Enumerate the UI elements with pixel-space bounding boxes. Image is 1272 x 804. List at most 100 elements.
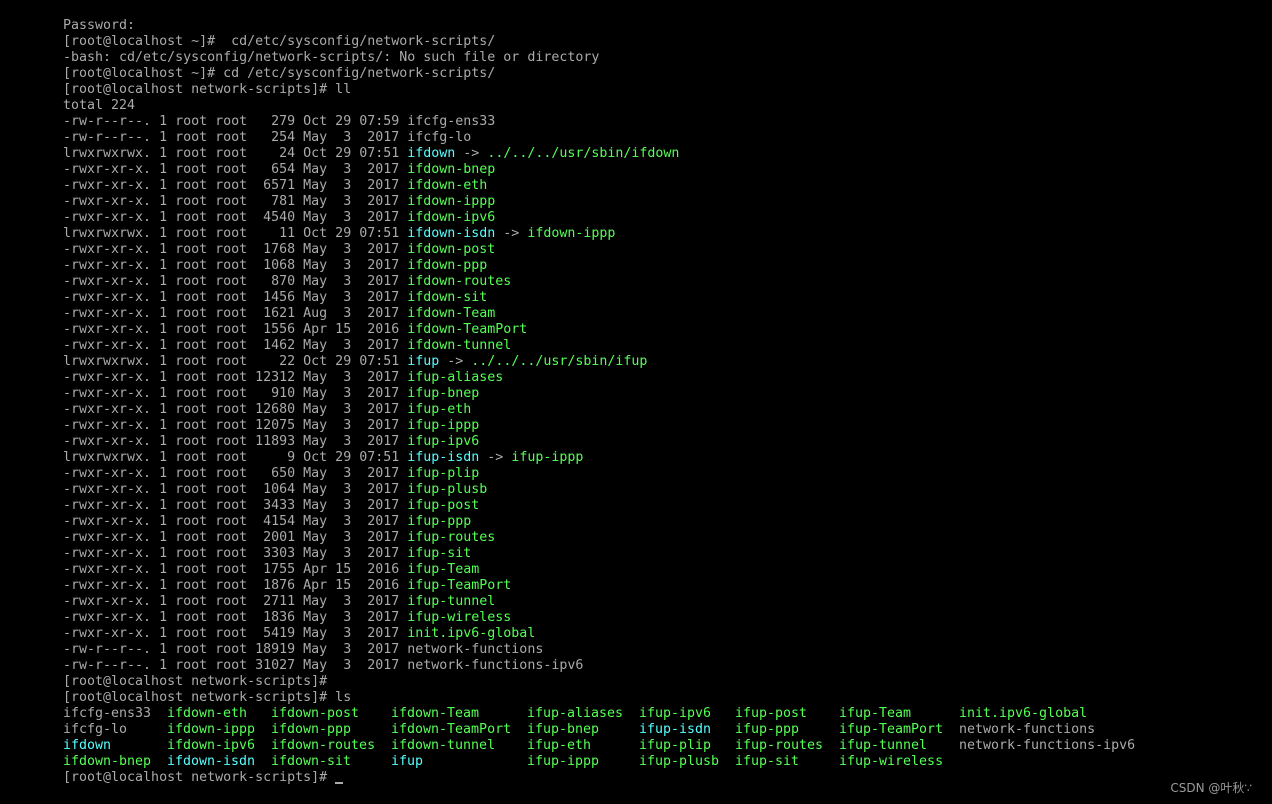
line-text: -bash: cd/etc/sysconfig/network-scripts/… bbox=[63, 50, 600, 65]
ls-entry: ifup-tunnel bbox=[839, 738, 928, 753]
ls-entry: ifup-routes bbox=[735, 738, 824, 753]
file-meta: -rwxr-xr-x. 1 root root 3433 May 3 2017 bbox=[63, 498, 408, 513]
file-name: ifup-plusb bbox=[407, 482, 488, 497]
file-meta: -rwxr-xr-x. 1 root root 870 May 3 2017 bbox=[63, 274, 408, 289]
ll-row: -rwxr-xr-x. 1 root root 4540 May 3 2017 … bbox=[63, 210, 679, 226]
file-name: ifup-eth bbox=[407, 402, 472, 417]
file-name: ifdown-ippp bbox=[407, 194, 496, 209]
ls-entry: ifdown-ppp bbox=[271, 722, 352, 737]
watermark: CSDN @叶秋∵ bbox=[1170, 781, 1252, 795]
ls-row: ifdown-bnep ifdown-isdn ifdown-sit ifup ifup… bbox=[63, 754, 943, 770]
ls-entry: ifdown-post bbox=[271, 706, 360, 721]
ll-row: -rwxr-xr-x. 1 root root 1621 Aug 3 2017 … bbox=[63, 306, 679, 322]
ll-row: -rwxr-xr-x. 1 root root 1456 May 3 2017 … bbox=[63, 290, 679, 306]
ls-entry: ifup-bnep bbox=[527, 722, 600, 737]
file-name: ifup-ippp bbox=[407, 418, 480, 433]
file-meta: -rwxr-xr-x. 1 root root 5419 May 3 2017 bbox=[63, 626, 408, 641]
ls-entry: ifdown-isdn bbox=[167, 754, 256, 769]
ls-entry: ifup-ipv6 bbox=[639, 706, 712, 721]
ls-entry: ifdown-TeamPort bbox=[391, 722, 512, 737]
ll-row: -rwxr-xr-x. 1 root root 1755 Apr 15 2016… bbox=[63, 562, 679, 578]
file-meta: -rw-r--r--. 1 root root 31027 May 3 2017 bbox=[63, 658, 408, 673]
file-name: ifdown-sit bbox=[407, 290, 488, 305]
ls-entry: ifup bbox=[391, 754, 424, 769]
file-meta: -rwxr-xr-x. 1 root root 1068 May 3 2017 bbox=[63, 258, 408, 273]
file-name: ifup-aliases bbox=[407, 370, 504, 385]
file-name: ifup-ipv6 bbox=[407, 434, 480, 449]
link-arrow: -> bbox=[455, 146, 488, 161]
ll-row: -rwxr-xr-x. 1 root root 910 May 3 2017 i… bbox=[63, 386, 679, 402]
terminal-output[interactable]: Password: [root@localhost ~]# cd/etc/sysc… bbox=[63, 18, 1135, 786]
file-meta: -rw-r--r--. 1 root root 18919 May 3 2017 bbox=[63, 642, 408, 657]
ls-entry: ifdown-sit bbox=[271, 754, 352, 769]
file-meta: -rwxr-xr-x. 1 root root 1768 May 3 2017 bbox=[63, 242, 408, 257]
file-name: network-functions-ipv6 bbox=[407, 658, 584, 673]
file-meta: -rwxr-xr-x. 1 root root 1462 May 3 2017 bbox=[63, 338, 408, 353]
ls-entry: ifcfg-ens33 bbox=[63, 706, 152, 721]
ls-entry: ifup-post bbox=[735, 706, 808, 721]
terminal-line: [root@localhost ~]# cd /etc/sysconfig/ne… bbox=[63, 66, 679, 82]
file-meta: -rwxr-xr-x. 1 root root 6571 May 3 2017 bbox=[63, 178, 408, 193]
file-name: network-functions bbox=[407, 642, 544, 657]
ll-row: -rwxr-xr-x. 1 root root 3433 May 3 2017 … bbox=[63, 498, 679, 514]
ll-row: -rwxr-xr-x. 1 root root 1836 May 3 2017 … bbox=[63, 610, 679, 626]
ll-row: -rwxr-xr-x. 1 root root 1068 May 3 2017 … bbox=[63, 258, 679, 274]
file-meta: -rwxr-xr-x. 1 root root 1836 May 3 2017 bbox=[63, 610, 408, 625]
ll-row: -rwxr-xr-x. 1 root root 781 May 3 2017 i… bbox=[63, 194, 679, 210]
file-meta: -rwxr-xr-x. 1 root root 1876 Apr 15 2016 bbox=[63, 578, 408, 593]
file-meta: -rwxr-xr-x. 1 root root 12312 May 3 2017 bbox=[63, 370, 408, 385]
file-name: ifdown-isdn bbox=[407, 226, 496, 241]
ll-row: -rwxr-xr-x. 1 root root 4154 May 3 2017 … bbox=[63, 514, 679, 530]
file-meta: -rwxr-xr-x. 1 root root 4540 May 3 2017 bbox=[63, 210, 408, 225]
file-name: ifdown-ipv6 bbox=[407, 210, 496, 225]
ll-row: lrwxrwxrwx. 1 root root 22 Oct 29 07:51 … bbox=[63, 354, 679, 370]
ls-entry: ifup-wireless bbox=[839, 754, 944, 769]
ls-entry: ifdown-ippp bbox=[167, 722, 256, 737]
ls-entry: init.ipv6-global bbox=[959, 706, 1088, 721]
file-name: ifup-TeamPort bbox=[407, 578, 512, 593]
terminal-line: [root@localhost network-scripts]# ll bbox=[63, 82, 679, 98]
ls-entry: ifup-TeamPort bbox=[839, 722, 944, 737]
file-name: ifup-bnep bbox=[407, 386, 480, 401]
file-name: ifdown-Team bbox=[407, 306, 496, 321]
file-meta: -rwxr-xr-x. 1 root root 12680 May 3 2017 bbox=[63, 402, 408, 417]
ls-entry: network-functions-ipv6 bbox=[959, 738, 1136, 753]
file-meta: -rw-r--r--. 1 root root 279 Oct 29 07:59 bbox=[63, 114, 408, 129]
link-arrow: -> bbox=[479, 450, 512, 465]
file-meta: lrwxrwxrwx. 1 root root 22 Oct 29 07:51 bbox=[63, 354, 408, 369]
ll-row: -rw-r--r--. 1 root root 279 Oct 29 07:59… bbox=[63, 114, 679, 130]
ll-row: -rw-r--r--. 1 root root 31027 May 3 2017… bbox=[63, 658, 679, 674]
ll-row: -rwxr-xr-x. 1 root root 654 May 3 2017 i… bbox=[63, 162, 679, 178]
ll-row: -rwxr-xr-x. 1 root root 5419 May 3 2017 … bbox=[63, 626, 679, 642]
file-name: ifup-plip bbox=[407, 466, 480, 481]
ls-entry: ifdown-tunnel bbox=[391, 738, 496, 753]
ll-row: -rwxr-xr-x. 1 root root 1556 Apr 15 2016… bbox=[63, 322, 679, 338]
link-target: ../../../usr/sbin/ifup bbox=[471, 354, 648, 369]
file-name: ifdown-bnep bbox=[407, 162, 496, 177]
ls-entry: ifup-isdn bbox=[639, 722, 712, 737]
prompt-line: [root@localhost network-scripts]# ls bbox=[63, 690, 679, 706]
ll-row: -rwxr-xr-x. 1 root root 870 May 3 2017 i… bbox=[63, 274, 679, 290]
prompt-line: [root@localhost network-scripts]# bbox=[63, 674, 679, 690]
ls-entry: ifup-plip bbox=[639, 738, 712, 753]
file-name: ifdown-routes bbox=[407, 274, 512, 289]
ll-row: lrwxrwxrwx. 1 root root 24 Oct 29 07:51 … bbox=[63, 146, 679, 162]
ll-row: -rwxr-xr-x. 1 root root 1462 May 3 2017 … bbox=[63, 338, 679, 354]
file-meta: -rwxr-xr-x. 1 root root 2001 May 3 2017 bbox=[63, 530, 408, 545]
file-name: init.ipv6-global bbox=[407, 626, 536, 641]
ls-entry: network-functions bbox=[959, 722, 1096, 737]
ls-entry: ifdown bbox=[63, 738, 112, 753]
ls-entry: ifdown-Team bbox=[391, 706, 480, 721]
file-meta: -rwxr-xr-x. 1 root root 1456 May 3 2017 bbox=[63, 290, 408, 305]
file-meta: lrwxrwxrwx. 1 root root 11 Oct 29 07:51 bbox=[63, 226, 408, 241]
file-meta: -rwxr-xr-x. 1 root root 11893 May 3 2017 bbox=[63, 434, 408, 449]
ll-row: -rwxr-xr-x. 1 root root 650 May 3 2017 i… bbox=[63, 466, 679, 482]
file-name: ifup-wireless bbox=[407, 610, 512, 625]
file-meta: -rwxr-xr-x. 1 root root 910 May 3 2017 bbox=[63, 386, 408, 401]
ls-entry: ifup-sit bbox=[735, 754, 800, 769]
prompt-text: [root@localhost network-scripts]# ls bbox=[63, 690, 352, 705]
file-name: ifup bbox=[407, 354, 440, 369]
ls-entry: ifup-aliases bbox=[527, 706, 624, 721]
ls-entry: ifup-ppp bbox=[735, 722, 800, 737]
file-name: ifdown-TeamPort bbox=[407, 322, 528, 337]
